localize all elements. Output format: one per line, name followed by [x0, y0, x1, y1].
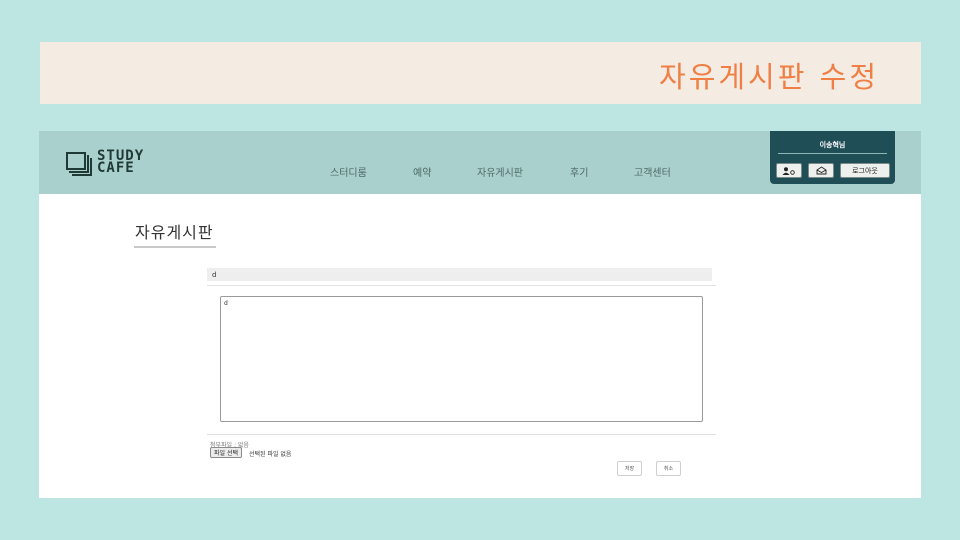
post-content-textarea[interactable]: d — [220, 296, 703, 422]
logout-button[interactable]: 로그아웃 — [840, 163, 890, 178]
nav-item-free-board[interactable]: 자유게시판 — [477, 164, 523, 179]
message-button[interactable] — [808, 163, 834, 178]
slide-title: 자유게시판 수정 — [659, 60, 879, 94]
envelope-icon — [816, 166, 826, 175]
slide-banner: 자유게시판 수정 — [40, 42, 921, 104]
nav-item-reservation[interactable]: 예약 — [413, 164, 431, 179]
board-heading: 자유게시판 — [135, 223, 214, 242]
divider — [207, 285, 716, 286]
divider — [778, 153, 887, 154]
user-panel: 이송혁님 로그아웃 — [770, 131, 895, 184]
nav-item-studyroom[interactable]: 스터디룸 — [330, 164, 367, 179]
post-title-input[interactable] — [207, 268, 712, 281]
mypage-button[interactable] — [776, 163, 802, 178]
save-button[interactable]: 저장 — [617, 461, 642, 476]
heading-underline — [134, 246, 216, 248]
nav-item-review[interactable]: 후기 — [570, 164, 588, 179]
user-name: 이송혁님 — [819, 141, 846, 149]
user-icon — [782, 166, 795, 175]
cancel-button[interactable]: 취소 — [656, 461, 681, 476]
file-status: 선택된 파일 없음 — [249, 451, 292, 458]
app-screen: STUDY CAFE 스터디룸 예약 자유게시판 후기 고객센터 이송혁님 로그… — [39, 131, 921, 498]
file-select-button[interactable]: 파일 선택 — [210, 447, 242, 458]
logo-icon — [66, 152, 93, 177]
logo[interactable]: STUDY CAFE — [66, 149, 166, 180]
site-header: STUDY CAFE 스터디룸 예약 자유게시판 후기 고객센터 이송혁님 로그… — [39, 131, 921, 194]
divider — [207, 434, 716, 435]
logo-text: STUDY CAFE — [97, 149, 144, 175]
nav-item-support[interactable]: 고객센터 — [634, 164, 671, 179]
